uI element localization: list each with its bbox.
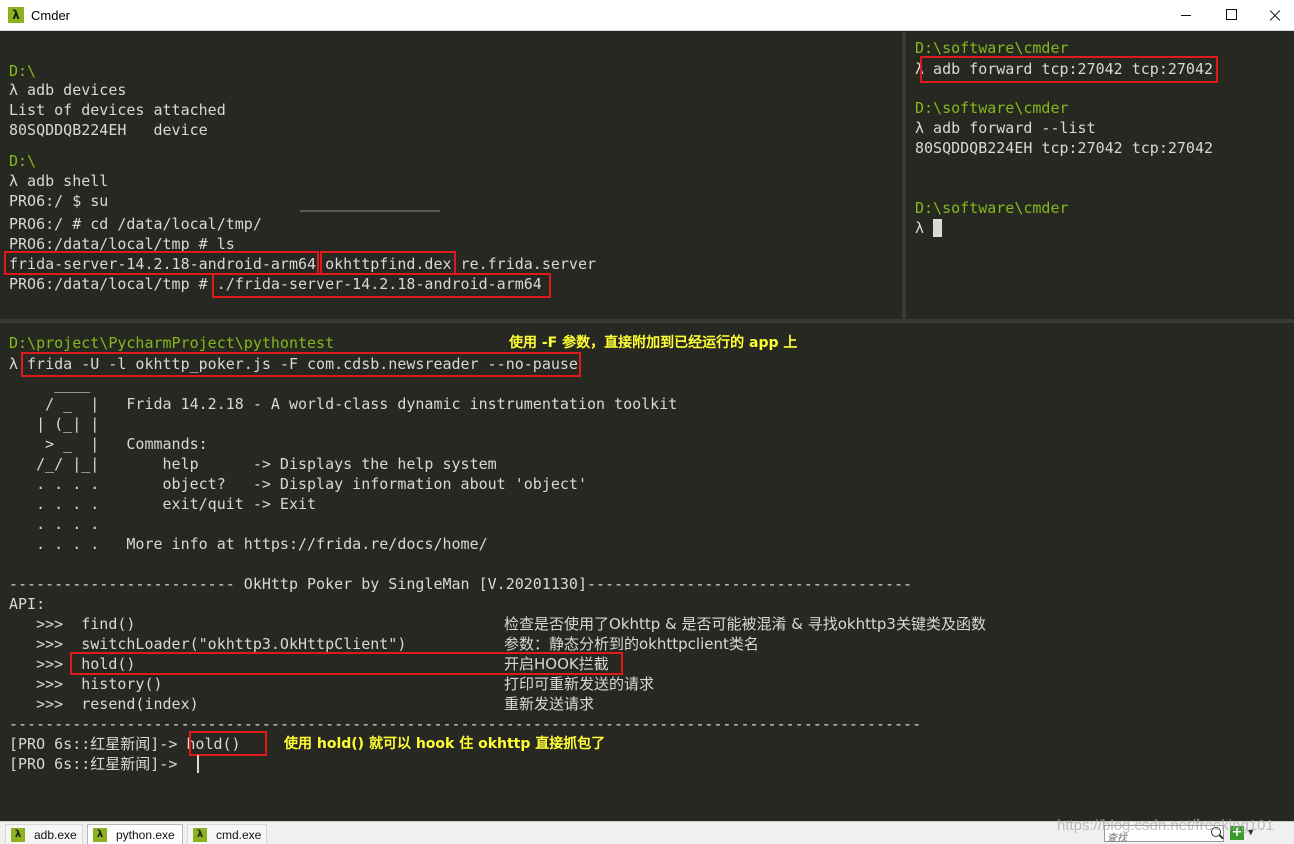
api-command: >>> find()	[9, 615, 136, 633]
console-line: D:\	[9, 62, 37, 80]
text-cursor	[933, 219, 942, 237]
maximize-button[interactable]	[1208, 0, 1254, 31]
highlight-box	[320, 251, 456, 275]
window-title: Cmder	[31, 8, 71, 23]
console-line: D:\software\cmder	[915, 199, 1069, 217]
separator-line: ------------------------- OkHttp Poker b…	[9, 575, 913, 593]
console-path: D:\project\PycharmProject\pythontest	[9, 334, 335, 352]
api-description: 参数：静态分析到的okhttpclient类名	[504, 635, 759, 653]
api-description: 打印可重新发送的请求	[504, 675, 655, 693]
console-line: 80SQDDQB224EH tcp:27042 tcp:27042	[915, 139, 1214, 157]
highlight-box	[212, 273, 551, 298]
separator-line: ----------------------------------------…	[9, 715, 922, 733]
banner-line: ____	[9, 375, 91, 393]
banner-line: > _ | Commands:	[9, 435, 208, 453]
text-cursor	[197, 755, 199, 773]
tab-label: python.exe	[116, 828, 175, 842]
banner-line: . . . . exit/quit -> Exit	[9, 495, 317, 513]
api-command: >>> history()	[9, 675, 163, 693]
close-button[interactable]	[1252, 0, 1294, 31]
repl-prompt[interactable]: [PRO 6s::红星新闻]->	[9, 754, 186, 774]
api-label: API:	[9, 595, 46, 613]
api-description: 检查是否使用了Okhttp & 是否可能被混淆 & 寻找okhttp3关键类及函…	[504, 615, 986, 633]
tab-label: cmd.exe	[216, 828, 262, 842]
console-line: D:\	[9, 152, 37, 170]
api-command: >>> switchLoader("okhttp3.OkHttpClient")	[9, 635, 407, 653]
watermark: https://blog.csdn.net/freeking101	[1057, 817, 1274, 834]
console-line: PRO6:/ $ su	[9, 192, 109, 210]
console-pane-forward[interactable]: D:\software\cmder λ adb forward tcp:2704…	[906, 32, 1294, 319]
highlight-box	[920, 56, 1218, 83]
banner-line: . . . . More info at https://frida.re/do…	[9, 535, 488, 553]
console-pane-adb[interactable]: D:\ λ adb devices List of devices attach…	[0, 32, 902, 319]
annotation-note: 使用 -F 参数，直接附加到已经运行的 app 上	[509, 335, 798, 351]
console-line: D:\software\cmder	[915, 39, 1069, 57]
console-line: D:\software\cmder	[915, 99, 1069, 117]
lambda-icon: λ	[93, 828, 107, 842]
highlight-box	[4, 251, 319, 275]
annotation-note: 使用 hold() 就可以 hook 住 okhttp 直接抓包了	[284, 736, 606, 752]
highlight-box	[189, 731, 267, 756]
minimize-button[interactable]	[1163, 0, 1209, 31]
console-line: 80SQDDQB224EH device	[9, 121, 208, 139]
console-line: PRO6:/ # cd /data/local/tmp/	[9, 215, 262, 233]
console-pane-frida[interactable]: D:\project\PycharmProject\pythontest 使用 …	[0, 323, 1294, 821]
api-description: 重新发送请求	[504, 695, 595, 713]
highlight-box	[70, 652, 623, 675]
tab-cmd[interactable]: λ cmd.exe	[187, 824, 267, 844]
tab-python[interactable]: λ python.exe	[87, 824, 183, 844]
console-line: List of devices attached	[9, 101, 226, 119]
lambda-icon: λ	[8, 7, 24, 23]
lambda-icon: λ	[11, 828, 25, 842]
banner-line: / _ | Frida 14.2.18 - A world-class dyna…	[9, 395, 678, 413]
banner-line: /_/ |_| help -> Displays the help system	[9, 455, 497, 473]
api-command: >>> resend(index)	[9, 695, 199, 713]
console-line: λ adb shell	[9, 172, 109, 190]
console-line: λ adb forward --list	[915, 119, 1096, 137]
lambda-icon: λ	[193, 828, 207, 842]
highlight-box	[21, 352, 581, 377]
console-line: λ adb devices	[9, 81, 127, 99]
banner-line: . . . .	[9, 515, 100, 533]
banner-line: . . . . object? -> Display information a…	[9, 475, 587, 493]
redaction-mark	[300, 210, 440, 212]
console-line: λ	[915, 219, 934, 237]
title-bar: λ Cmder	[0, 0, 1294, 31]
banner-line: | (_| |	[9, 415, 100, 433]
tab-label: adb.exe	[34, 828, 77, 842]
tab-adb[interactable]: λ adb.exe	[5, 824, 83, 844]
